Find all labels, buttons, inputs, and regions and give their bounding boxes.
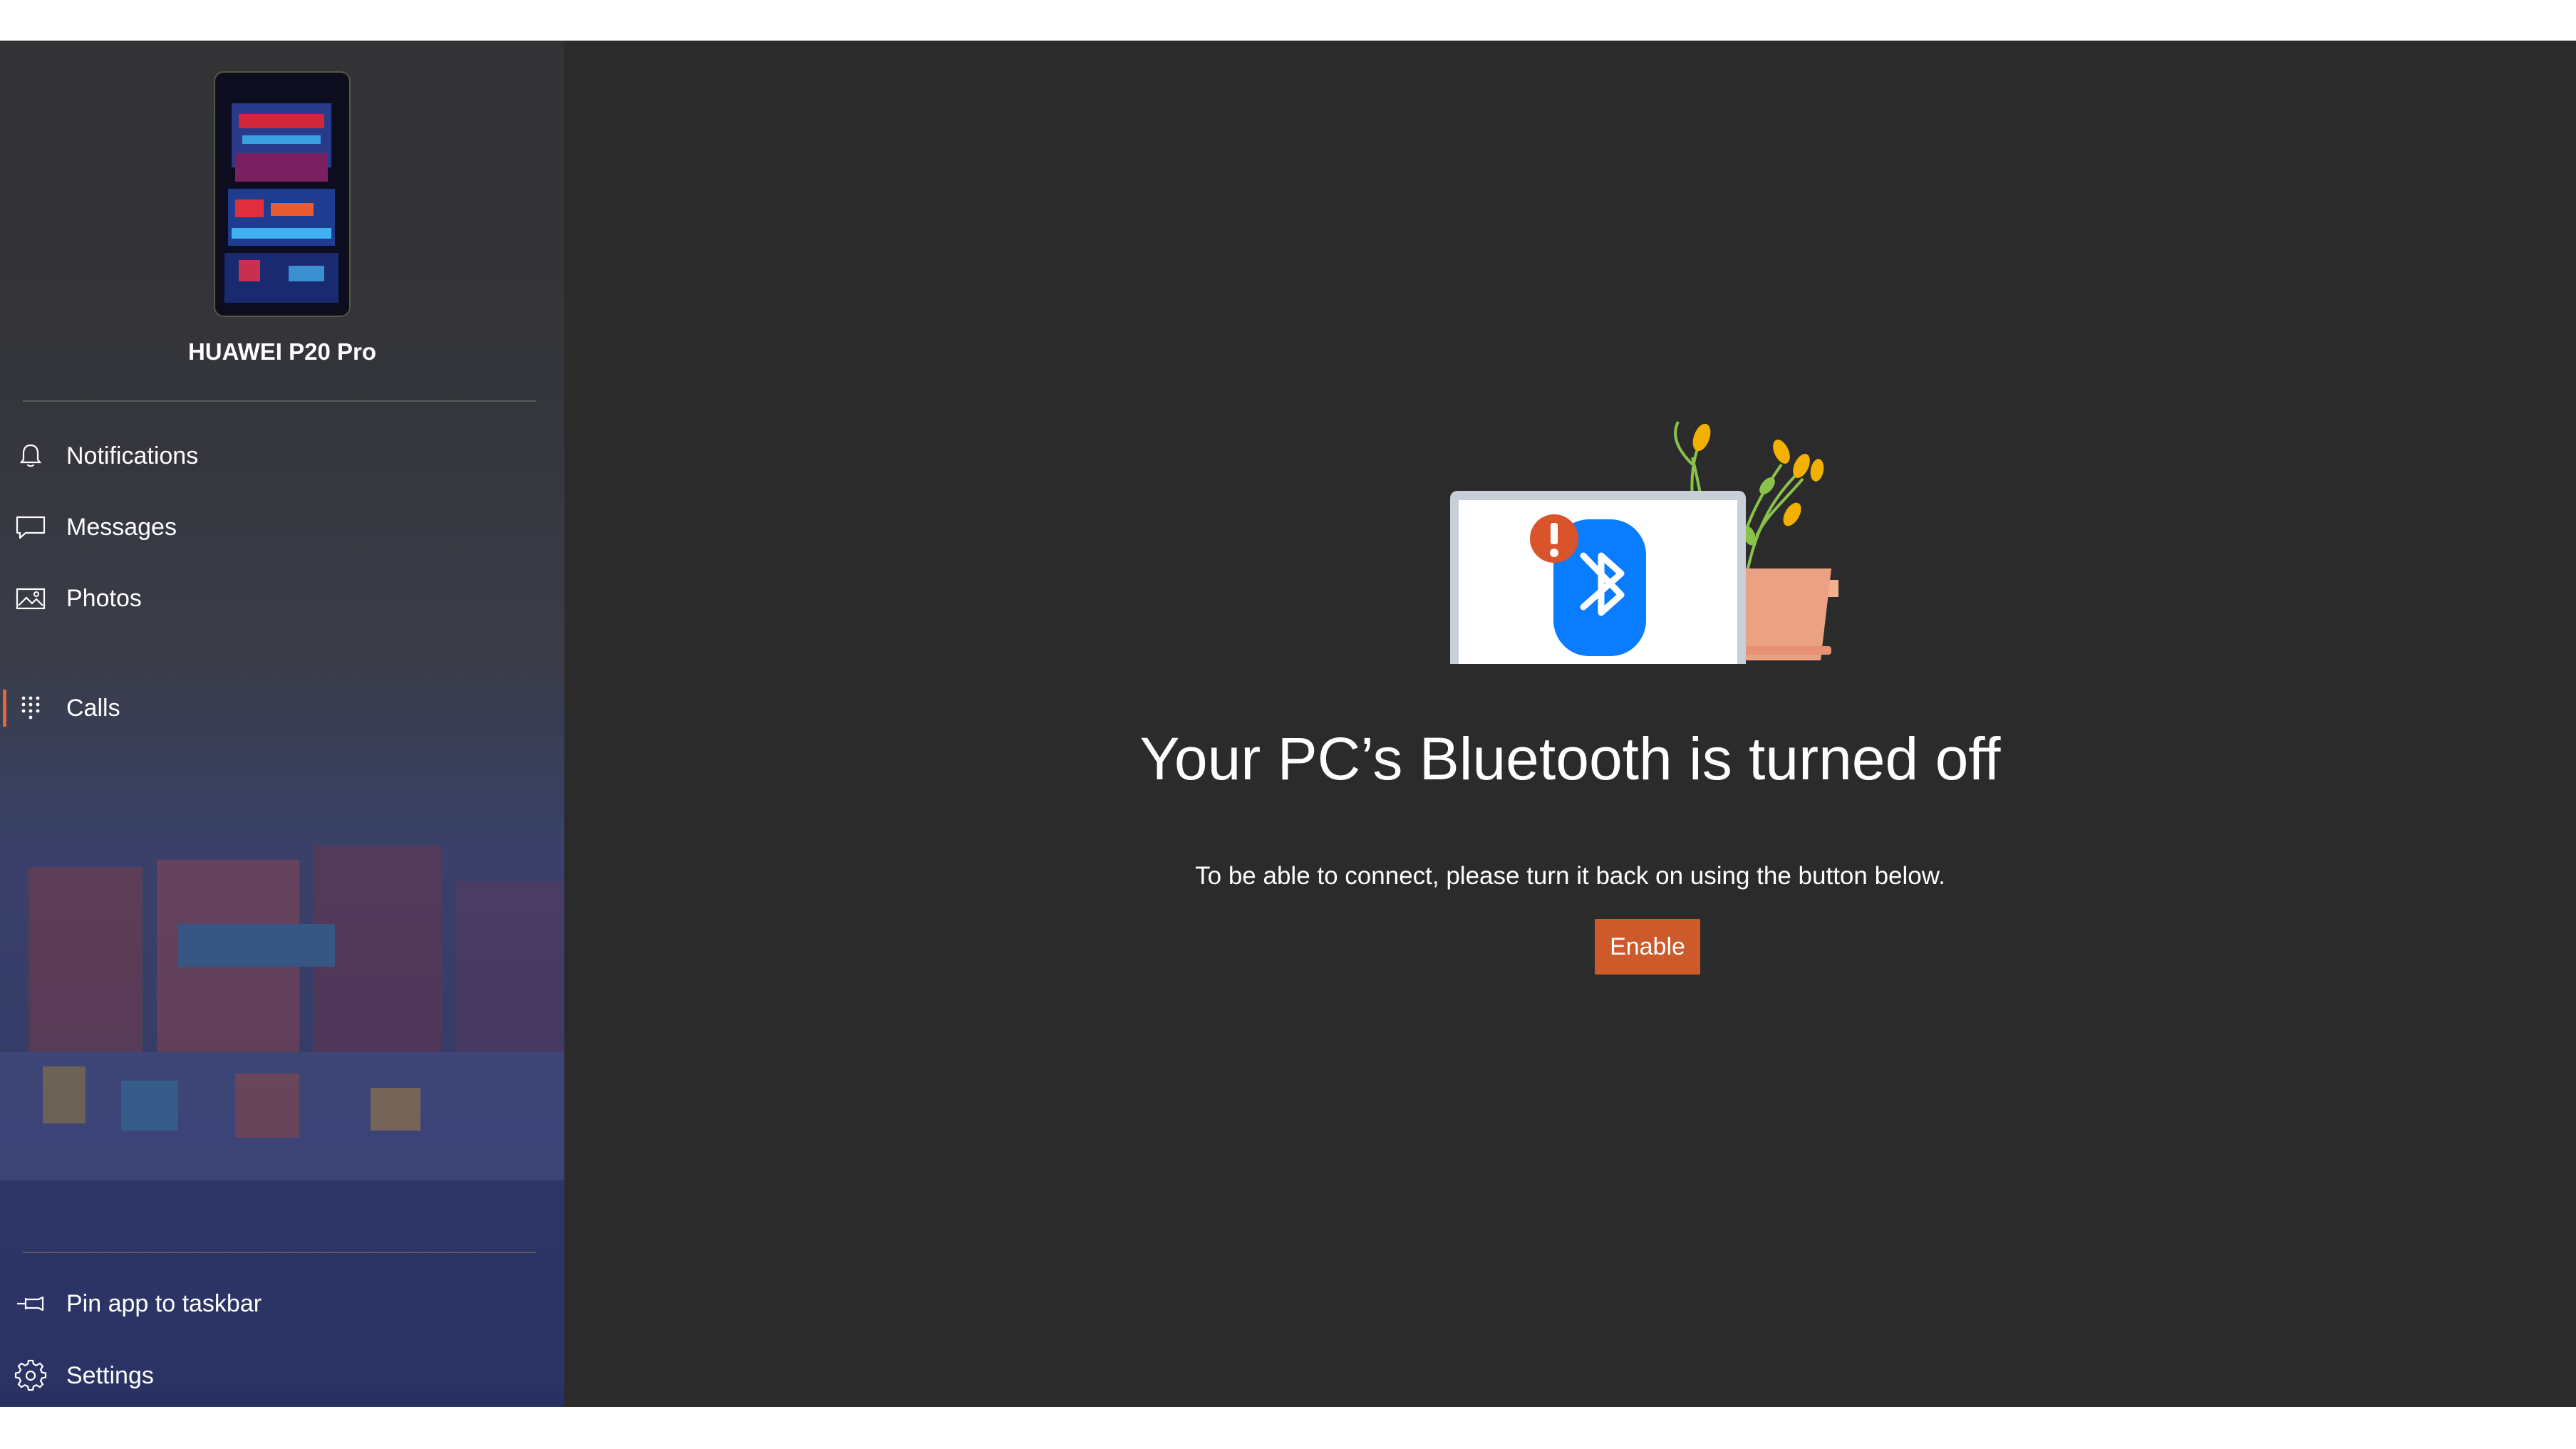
sidebar-item-label: Messages: [66, 513, 177, 541]
pin-icon: [17, 1296, 44, 1312]
sidebar-item-label: Calls: [66, 694, 120, 722]
bell-icon: [19, 444, 42, 467]
sidebar-divider-bottom: [23, 1252, 536, 1253]
sidebar-item-messages[interactable]: Messages: [0, 497, 564, 558]
bluetooth-off-illustration: [1450, 421, 1838, 664]
sidebar-item-photos[interactable]: Photos: [0, 568, 564, 629]
pin-to-taskbar-button[interactable]: Pin app to taskbar: [0, 1273, 564, 1334]
sidebar-item-calls[interactable]: Calls: [0, 677, 564, 739]
phone-thumbnail[interactable]: [215, 73, 349, 316]
settings-label: Settings: [66, 1361, 154, 1389]
settings-button[interactable]: Settings: [0, 1345, 564, 1406]
page-subtitle: To be able to connect, please turn it ba…: [1195, 862, 1945, 890]
sidebar-item-label: Notifications: [66, 442, 199, 469]
dialpad-icon: [21, 696, 40, 720]
photo-icon: [16, 588, 46, 610]
sidebar-item-notifications[interactable]: Notifications: [0, 425, 564, 487]
sidebar-divider-top: [23, 400, 536, 402]
page-title: Your PC’s Bluetooth is turned off: [1139, 725, 2001, 792]
sidebar: HUAWEI P20 Pro Notifications Messages Ph…: [0, 41, 564, 1407]
gear-icon: [14, 1359, 47, 1391]
pin-to-taskbar-label: Pin app to taskbar: [66, 1289, 262, 1317]
phone-wallpaper-image: [217, 75, 347, 313]
message-icon: [16, 516, 46, 539]
device-name: HUAWEI P20 Pro: [187, 338, 377, 365]
enable-bluetooth-button[interactable]: Enable: [1595, 919, 1700, 975]
sidebar-item-label: Photos: [66, 584, 142, 612]
your-phone-app-window: HUAWEI P20 Pro Notifications Messages Ph…: [0, 41, 2576, 1407]
